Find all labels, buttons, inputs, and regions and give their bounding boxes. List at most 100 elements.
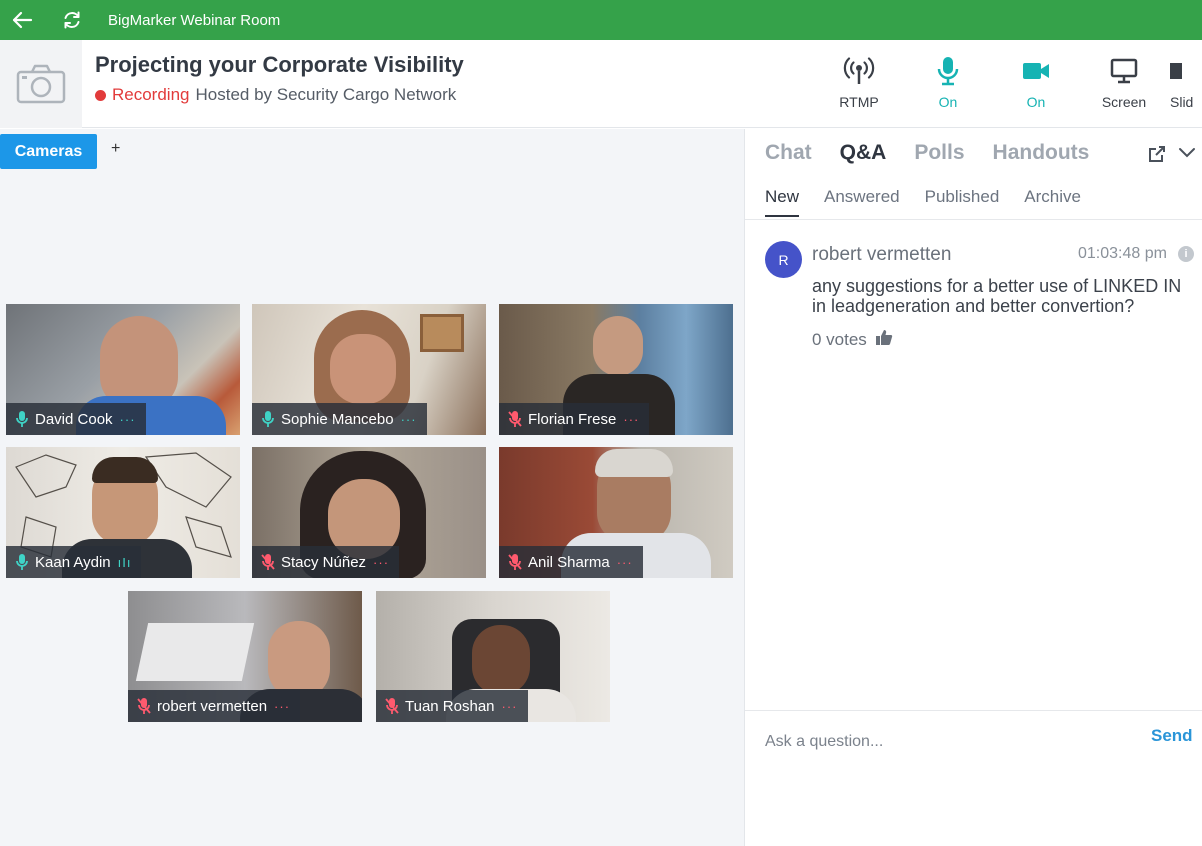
recording-dot-icon [95,89,106,101]
participant-video [593,316,643,376]
chevron-down-icon[interactable] [1178,145,1196,164]
microphone-icon [260,410,276,428]
add-tab-button[interactable]: + [111,140,120,158]
divider [745,710,1202,711]
question-time: 01:03:48 pm [1078,245,1167,262]
participant-namebar: robert vermetten ··· [128,690,301,722]
event-title: Projecting your Corporate Visibility [95,52,464,77]
video-tile[interactable]: Tuan Roshan ··· [376,591,610,722]
participant-namebar: Sophie Mancebo ··· [252,403,427,435]
microphone-label: On [938,94,958,110]
participant-namebar: David Cook ··· [6,403,146,435]
rtmp-button[interactable]: RTMP [819,56,899,110]
refresh-icon[interactable] [60,8,84,32]
participant-name: Kaan Aydin [35,553,111,571]
more-options-icon[interactable]: ··· [373,555,389,570]
slides-button[interactable]: Slid [1170,56,1202,110]
qa-panel: Chat Q&A Polls Handouts New Answered Pub… [744,129,1202,846]
popout-icon[interactable] [1148,145,1166,168]
more-options-icon[interactable]: ··· [502,699,518,714]
participant-video [268,621,330,699]
video-tile[interactable]: David Cook ··· [6,304,240,435]
tab-cameras[interactable]: Cameras [0,134,97,169]
microphone-muted-icon [507,410,523,428]
participant-name: robert vermetten [157,697,268,715]
tab-new[interactable]: New [765,187,800,217]
more-options-icon[interactable]: ··· [617,555,633,570]
participant-name: Tuan Roshan [405,697,495,715]
tab-polls[interactable]: Polls [914,141,964,165]
question-author: robert vermetten [812,244,952,265]
video-stage: Cameras + David Cook ··· Sophie Mancebo … [0,129,744,846]
participant-video [472,625,530,695]
ask-question-input[interactable] [765,729,1135,755]
microphone-icon [14,410,30,428]
microphone-muted-icon [260,553,276,571]
more-options-icon[interactable]: ··· [274,699,290,714]
speaking-indicator-icon: ıIı [117,554,132,570]
stage-tabs: Cameras + [0,129,744,173]
event-thumbnail[interactable] [0,40,82,128]
microphone-icon [936,56,960,86]
video-tile[interactable]: Kaan Aydin ıIı [6,447,240,578]
camera-icon [16,64,66,104]
tab-archive[interactable]: Archive [1024,187,1081,217]
back-arrow-icon[interactable] [10,8,34,32]
event-subtitle: Recording Hosted by Security Cargo Netwo… [95,85,456,105]
participant-namebar: Anil Sharma ··· [499,546,643,578]
monitor-icon [1110,56,1138,86]
divider [745,219,1202,220]
screen-label: Screen [1101,94,1147,110]
video-tile[interactable]: Stacy Núñez ··· [252,447,486,578]
question-text: any suggestions for a better use of LINK… [812,276,1182,316]
vote-button[interactable]: 0 votes [812,329,893,351]
tab-published[interactable]: Published [925,187,1000,217]
camera-label: On [1026,94,1046,110]
video-tile[interactable]: robert vermetten ··· [128,591,362,722]
tab-handouts[interactable]: Handouts [993,141,1090,165]
video-tile[interactable]: Florian Frese ··· [499,304,733,435]
microphone-muted-icon [384,697,400,715]
screen-share-button[interactable]: Screen [1084,56,1164,110]
tab-qa[interactable]: Q&A [840,141,887,165]
info-icon[interactable]: i [1178,246,1194,262]
participant-namebar: Kaan Aydin ıIı [6,546,142,578]
broadcast-icon [843,56,875,86]
qa-filter-tabs: New Answered Published Archive [765,187,1106,217]
slides-label: Slid [1170,94,1194,110]
participant-name: Stacy Núñez [281,553,367,571]
participant-namebar: Florian Frese ··· [499,403,650,435]
tab-answered[interactable]: Answered [824,187,900,217]
video-tile[interactable]: Anil Sharma ··· [499,447,733,578]
more-options-icon[interactable]: ··· [623,412,639,427]
participant-namebar: Stacy Núñez ··· [252,546,400,578]
video-camera-icon [1022,56,1050,86]
thumbs-up-icon [875,329,893,351]
app-title: BigMarker Webinar Room [108,11,281,29]
participant-name: Florian Frese [528,410,617,428]
participant-name: David Cook [35,410,113,428]
event-header: Projecting your Corporate Visibility Rec… [0,40,1202,128]
title-bar: BigMarker Webinar Room [0,0,1202,40]
participant-namebar: Tuan Roshan ··· [376,690,528,722]
camera-toggle[interactable]: On [996,56,1076,110]
microphone-icon [14,553,30,571]
video-tile[interactable]: Sophie Mancebo ··· [252,304,486,435]
participant-name: Sophie Mancebo [281,410,394,428]
more-options-icon[interactable]: ··· [401,412,417,427]
tab-chat[interactable]: Chat [765,141,812,165]
hosted-by: Hosted by Security Cargo Network [195,85,457,104]
logo-sign [135,623,255,681]
microphone-toggle[interactable]: On [908,56,988,110]
more-options-icon[interactable]: ··· [120,412,136,427]
toolbar: RTMP On On Screen Slid [812,40,1202,128]
slides-icon [1170,56,1182,86]
panel-tabs: Chat Q&A Polls Handouts [765,141,1117,165]
vote-count: 0 votes [812,330,867,349]
participant-name: Anil Sharma [528,553,610,571]
avatar: R [765,241,802,278]
recording-label: Recording [112,85,190,104]
microphone-muted-icon [507,553,523,571]
send-button[interactable]: Send [1151,726,1193,746]
webinar-room: BigMarker Webinar Room Projecting your C… [0,0,1202,846]
